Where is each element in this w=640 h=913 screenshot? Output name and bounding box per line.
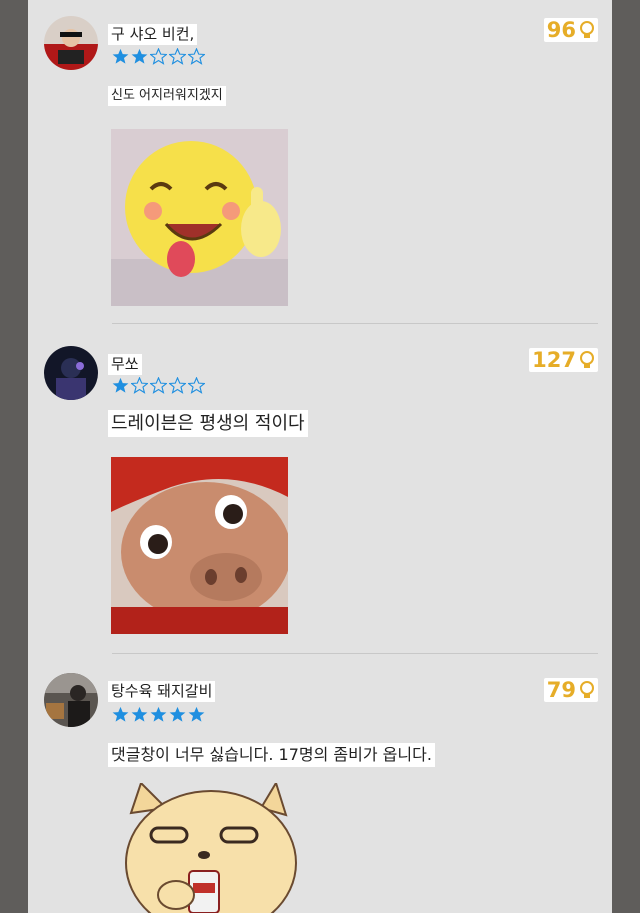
- star-icon: [131, 377, 148, 394]
- lightbulb-icon: [580, 351, 594, 368]
- star-icon: [188, 48, 205, 65]
- star-icon: [112, 48, 129, 64]
- star-icon: [169, 377, 186, 394]
- sticker-image: [111, 457, 288, 634]
- lightbulb-icon: [580, 21, 594, 38]
- avatar[interactable]: [44, 16, 98, 70]
- comment-text: 드레이븐은 평생의 적이다: [108, 410, 308, 437]
- star-rating: [112, 706, 205, 723]
- like-count: 79: [546, 678, 576, 702]
- username[interactable]: 탕수육 돼지갈비: [108, 681, 216, 702]
- comment-feed: 구 샤오 비컨, 96 신도 어지러워지겠지 무쏘 127 드레이븐은 평생의 …: [28, 0, 612, 913]
- like-button[interactable]: 79: [543, 678, 598, 702]
- star-icon: [131, 706, 148, 722]
- comment-text: 댓글창이 너무 싫습니다. 17명의 좀비가 옵니다.: [108, 743, 435, 767]
- star-icon: [188, 706, 205, 722]
- sticker-image: [111, 129, 288, 306]
- star-icon: [169, 706, 186, 722]
- star-icon: [169, 48, 186, 65]
- star-icon: [112, 706, 129, 722]
- star-icon: [131, 48, 148, 64]
- star-icon: [112, 377, 129, 393]
- star-icon: [150, 706, 167, 722]
- star-icon: [188, 377, 205, 394]
- like-button[interactable]: 96: [543, 18, 598, 42]
- star-rating: [112, 377, 205, 394]
- avatar[interactable]: [44, 346, 98, 400]
- like-button[interactable]: 127: [529, 348, 598, 372]
- like-count: 127: [532, 348, 576, 372]
- like-count: 96: [546, 18, 576, 42]
- comment-text: 신도 어지러워지겠지: [108, 86, 226, 106]
- lightbulb-icon: [580, 681, 594, 698]
- divider: [112, 323, 598, 324]
- divider: [112, 653, 598, 654]
- username[interactable]: 구 샤오 비컨,: [108, 24, 198, 45]
- star-icon: [150, 377, 167, 394]
- avatar[interactable]: [44, 673, 98, 727]
- sticker-image: [111, 783, 301, 913]
- star-icon: [150, 48, 167, 65]
- star-rating: [112, 48, 205, 65]
- username[interactable]: 무쏘: [108, 354, 142, 375]
